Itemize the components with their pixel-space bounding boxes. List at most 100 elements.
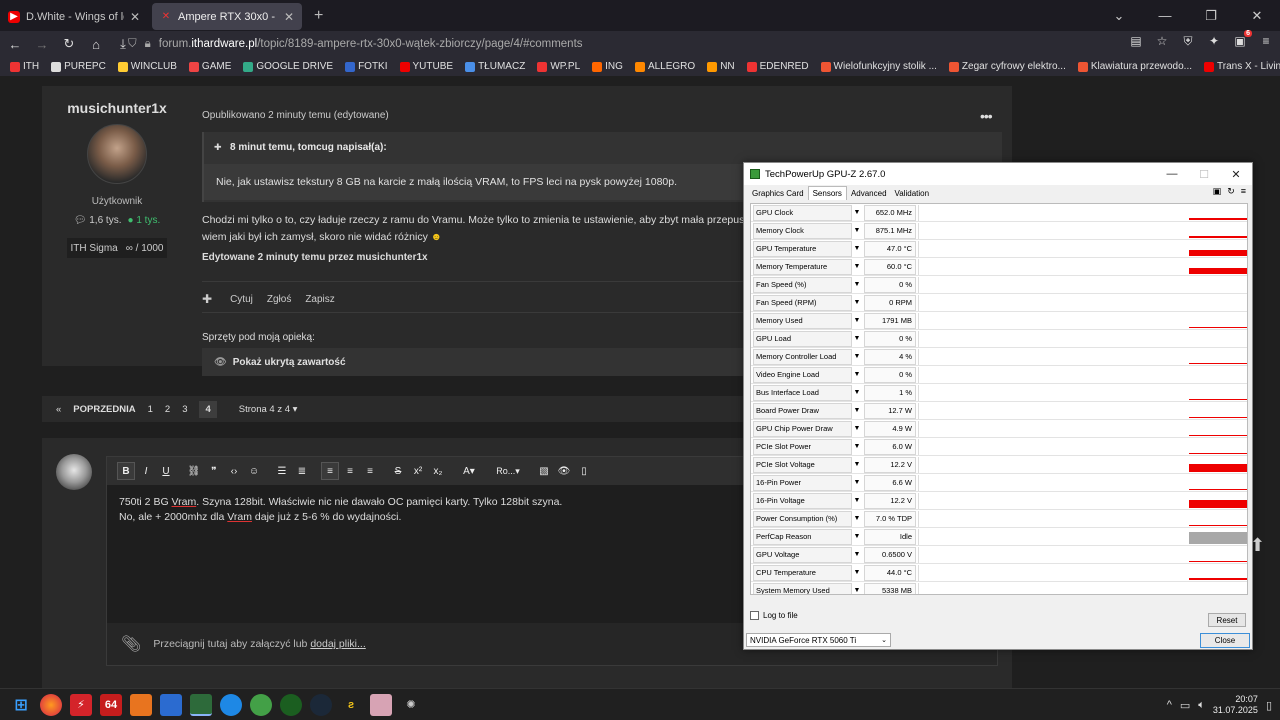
link-icon[interactable]: ⛓ <box>185 462 203 480</box>
bookmark-item[interactable]: PUREPC <box>51 61 106 72</box>
scroll-to-top-icon[interactable]: ⬆ <box>1250 535 1265 556</box>
reload-icon[interactable]: ↻ <box>57 36 81 52</box>
quote-icon[interactable]: ❞ <box>205 462 223 480</box>
sensor-dropdown-icon[interactable]: ▼ <box>852 389 862 396</box>
text-color-icon[interactable]: A▾ <box>457 462 481 480</box>
bookmark-item[interactable]: Wielofunkcyjny stolik ... <box>820 61 937 72</box>
clock[interactable]: 20:07 31.07.2025 <box>1213 694 1258 716</box>
sensor-graph[interactable] <box>918 402 1247 419</box>
app-icon[interactable] <box>250 693 272 716</box>
sensor-graph[interactable] <box>918 420 1247 437</box>
forward-icon[interactable]: → <box>30 37 54 52</box>
align-left-icon[interactable]: ≡ <box>321 462 339 480</box>
cpuz-icon[interactable] <box>130 693 152 716</box>
sensor-dropdown-icon[interactable]: ▼ <box>852 497 862 504</box>
sensor-graph[interactable] <box>918 582 1245 594</box>
preview-icon[interactable]: 👁︎ <box>555 462 573 480</box>
sensor-graph[interactable] <box>918 564 1247 581</box>
notification-icon[interactable]: ▯ <box>1266 699 1272 712</box>
shield-icon[interactable]: ⛉ <box>128 38 137 51</box>
sensor-graph[interactable] <box>918 330 1245 347</box>
network-icon[interactable]: ▭ <box>1180 699 1190 712</box>
quote-button[interactable]: Cytuj <box>230 294 253 305</box>
home-icon[interactable]: ⌂ <box>84 37 108 52</box>
reader-view-icon[interactable]: ▤ <box>1128 34 1144 49</box>
sensor-graph[interactable] <box>918 240 1247 257</box>
sensor-dropdown-icon[interactable]: ▼ <box>852 317 862 324</box>
sensor-dropdown-icon[interactable]: ▼ <box>852 281 862 288</box>
save-button[interactable]: Zapisz <box>305 294 334 305</box>
align-right-icon[interactable]: ≡ <box>361 462 379 480</box>
sensor-graph[interactable] <box>918 546 1247 563</box>
bookmark-item[interactable]: YUTUBE <box>399 61 453 72</box>
sensor-graph[interactable] <box>918 204 1247 221</box>
bookmark-star-icon[interactable]: ☆ <box>1154 34 1170 49</box>
menu-icon[interactable]: ≡ <box>1241 186 1246 197</box>
subscript-icon[interactable]: x₂ <box>429 462 447 480</box>
code-icon[interactable]: ‹› <box>225 462 243 480</box>
sensor-dropdown-icon[interactable]: ▼ <box>852 245 862 252</box>
tab-graphics-card[interactable]: Graphics Card <box>748 187 808 200</box>
underline-icon[interactable]: U <box>157 462 175 480</box>
first-page-icon[interactable]: « <box>56 404 61 415</box>
sensor-dropdown-icon[interactable]: ▼ <box>852 533 862 540</box>
page-link[interactable]: 3 <box>182 404 187 415</box>
sensor-graph[interactable] <box>918 528 1247 545</box>
hwinfo-icon[interactable] <box>160 693 182 716</box>
close-window-button[interactable]: ✕ <box>1234 8 1280 24</box>
sensor-graph[interactable] <box>918 438 1247 455</box>
sensor-graph[interactable] <box>918 366 1245 383</box>
firefox-icon[interactable] <box>40 693 62 716</box>
sensor-dropdown-icon[interactable]: ▼ <box>852 425 862 432</box>
align-center-icon[interactable]: ≡ <box>341 462 359 480</box>
bookmark-item[interactable]: Zegar cyfrowy elektro... <box>948 61 1066 72</box>
sensor-dropdown-icon[interactable]: ▼ <box>852 353 862 360</box>
sensor-graph[interactable] <box>918 222 1247 239</box>
windows-start-icon[interactable]: ⊞ <box>10 694 32 716</box>
bookmark-item[interactable]: WP.PL <box>537 61 580 72</box>
tab-validation[interactable]: Validation <box>891 187 934 200</box>
lock-icon[interactable]: 🔒︎ <box>145 38 151 51</box>
sensor-graph[interactable] <box>918 312 1247 329</box>
sensor-dropdown-icon[interactable]: ▼ <box>852 461 862 468</box>
page-link[interactable]: 1 <box>148 404 153 415</box>
sensor-dropdown-icon[interactable]: ▼ <box>852 299 862 306</box>
sensor-dropdown-icon[interactable]: ▼ <box>852 209 862 216</box>
sensor-graph[interactable] <box>918 456 1247 473</box>
bullet-list-icon[interactable]: ☰ <box>273 462 291 480</box>
prev-page-button[interactable]: POPRZEDNIA <box>73 404 135 415</box>
sensor-graph[interactable] <box>918 294 1245 311</box>
bookmark-item[interactable]: Trans X - Living On Vi... <box>1204 61 1280 72</box>
extensions-icon[interactable]: ✦ <box>1206 34 1222 49</box>
font-select[interactable]: Ro... ▾ <box>491 462 525 480</box>
sensor-graph[interactable] <box>918 276 1245 293</box>
tab-list-icon[interactable]: ⌄ <box>1096 8 1142 24</box>
sensor-dropdown-icon[interactable]: ▼ <box>852 335 862 342</box>
bookmark-item[interactable]: Klawiatura przewodo... <box>1077 61 1192 72</box>
device-select[interactable]: NVIDIA GeForce RTX 5060 Ti ⌄ <box>746 633 891 647</box>
page-link[interactable]: 2 <box>165 404 170 415</box>
sensor-graph[interactable] <box>918 384 1247 401</box>
steam-icon[interactable] <box>310 693 332 716</box>
gpuz-taskbar-icon[interactable] <box>190 693 212 716</box>
bold-icon[interactable]: B <box>117 462 135 480</box>
sensor-dropdown-icon[interactable]: ▼ <box>852 551 862 558</box>
sensor-dropdown-icon[interactable]: ▼ <box>852 569 862 576</box>
tab-forum[interactable]: ✕ Ampere RTX 30x0 - wątek zbior ✕ <box>152 3 302 30</box>
bookmark-item[interactable]: WINCLUB <box>117 61 177 72</box>
sensor-dropdown-icon[interactable]: ▼ <box>852 479 862 486</box>
sensor-dropdown-icon[interactable]: ▼ <box>852 371 862 378</box>
sensor-graph[interactable] <box>918 510 1247 527</box>
source-icon[interactable]: ▧ <box>535 462 553 480</box>
sensor-dropdown-icon[interactable]: ▼ <box>852 443 862 450</box>
add-files-link[interactable]: dodaj pliki... <box>310 638 365 650</box>
chevron-up-icon[interactable]: ^ <box>1167 699 1172 711</box>
bookmark-item[interactable]: ALLEGRO <box>634 61 695 72</box>
volume-icon[interactable]: 🔈︎ <box>1198 699 1205 712</box>
sensor-dropdown-icon[interactable]: ▼ <box>852 587 862 594</box>
superscript-icon[interactable]: x² <box>409 462 427 480</box>
close-tab-icon[interactable]: ✕ <box>130 10 140 24</box>
tab-sensors[interactable]: Sensors <box>807 186 847 200</box>
menu-icon[interactable]: ≡ <box>1258 34 1274 49</box>
numbered-list-icon[interactable]: ≣ <box>293 462 311 480</box>
